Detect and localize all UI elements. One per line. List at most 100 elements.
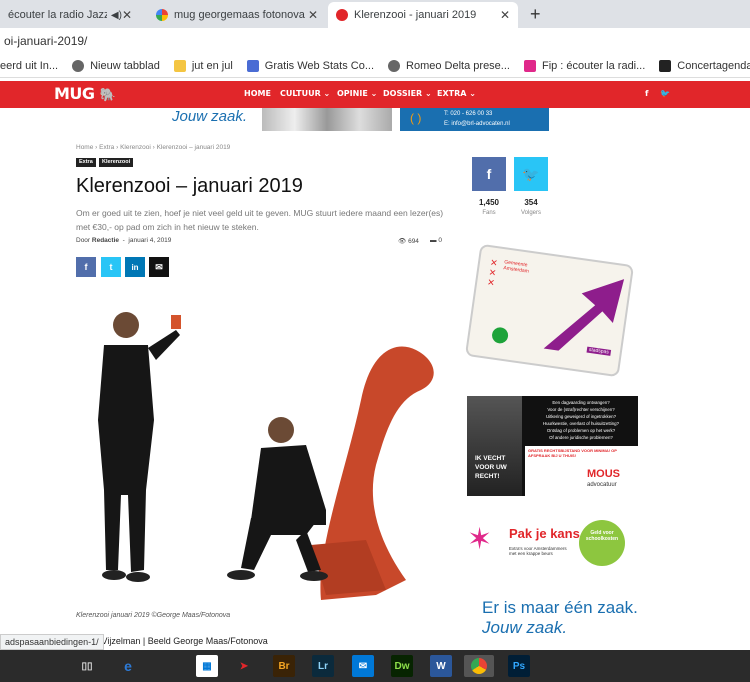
google-icon (156, 9, 168, 21)
edge-icon[interactable]: e (117, 655, 139, 677)
banner-email: E: info@brl-advocaten.nl (444, 121, 510, 127)
bookmark-item[interactable]: Fip : écouter la radi... (523, 59, 645, 72)
banner-phone: T: 020 - 626 00 33 (444, 111, 493, 117)
share-linkedin-button[interactable]: in (125, 257, 145, 277)
photoshop-icon[interactable]: Ps (508, 655, 530, 677)
article-photo (98, 312, 434, 600)
photo-caption: Klerenzooi januari 2019 ©George Maas/Fot… (76, 612, 231, 619)
ad-sub: Extra's voor Amsterdammers met een krapp… (509, 546, 567, 556)
ad-title: Pak je kans (509, 526, 580, 541)
bookmarks-bar: eerd uit In... Nieuw tabblad jut en jul … (0, 54, 750, 78)
pak-je-kans-ad[interactable]: ✶ Pak je kans Extra's voor Amsterdammers… (467, 520, 638, 575)
ad-slogan: IK VECHT VOOR UW RECHT! (475, 455, 507, 480)
taskbar (0, 650, 750, 682)
task-view-icon[interactable]: ▯▯ (76, 655, 98, 677)
twitter-count: 354 (524, 198, 538, 207)
twitter-icon: 🐦 (522, 165, 540, 182)
bookmark-item[interactable]: jut en jul (173, 59, 233, 72)
tab-klerenzooi[interactable]: Klerenzooi - januari 2019 ✕ (328, 2, 518, 28)
ad-brand: MOUS (587, 468, 620, 480)
stats-icon (246, 59, 259, 72)
green-dot (491, 326, 510, 345)
mous-ad[interactable]: IK VECHT VOOR UW RECHT! Een dagvaarding … (467, 396, 638, 496)
mug-favicon-icon (336, 9, 348, 21)
stadspas-ad[interactable]: ✕ ✕ ✕ Gemeente Amsterdam stadspas (464, 243, 635, 378)
breadcrumb: Home › Extra › Klerenzooi › Klerenzooi –… (76, 144, 231, 151)
store-icon[interactable]: ▦ (196, 655, 218, 677)
tab-google[interactable]: mug georgemaas fotonova - Goo ✕ (148, 2, 326, 28)
view-count: 👁 694 (398, 238, 419, 245)
facebook-count: 1,450 (478, 198, 500, 207)
mail-icon[interactable]: ✉ (352, 655, 374, 677)
share-facebook-button[interactable]: f (76, 257, 96, 277)
ad-circle: Geld voor schoolkosten (579, 520, 625, 566)
nav-cultuur[interactable]: CULTUUR ⌄ (280, 89, 330, 98)
dreamweaver-icon[interactable]: Dw (391, 655, 413, 677)
breadcrumb-extra[interactable]: Extra (99, 144, 114, 151)
address-text: oi-januari-2019/ (4, 34, 88, 48)
breadcrumb-klerenzooi[interactable]: Klerenzooi (120, 144, 151, 151)
article-title: Klerenzooi – januari 2019 (76, 175, 303, 197)
eye-icon: 👁 (398, 238, 407, 245)
tab-bar: écouter la radio Jazz, Re ◀) ✕ mug georg… (0, 0, 750, 28)
address-bar[interactable]: oi-januari-2019/ (0, 28, 750, 54)
nav-opinie[interactable]: OPINIE ⌄ (337, 89, 377, 98)
folder-icon (173, 59, 186, 72)
nav-extra[interactable]: EXTRA ⌄ (437, 89, 476, 98)
tag-extra[interactable]: Extra (76, 158, 96, 167)
facebook-follow-button[interactable]: f (472, 157, 506, 191)
bridge-icon[interactable]: Br (273, 655, 295, 677)
facebook-icon[interactable]: f (645, 89, 648, 98)
person-standing (113, 312, 139, 338)
close-icon[interactable]: ✕ (500, 8, 510, 22)
word-icon[interactable]: W (430, 655, 452, 677)
facebook-icon: f (486, 166, 492, 182)
ad-org: Gemeente Amsterdam (503, 259, 530, 275)
nav-dossier[interactable]: DOSSIER ⌄ (383, 89, 432, 98)
nav-home[interactable]: HOME (244, 89, 271, 98)
article-meta: Door Redactie - januari 4, 2019 (76, 237, 172, 244)
share-twitter-button[interactable]: t (101, 257, 121, 277)
ad-photo (467, 396, 522, 496)
facebook-label: Fans (482, 210, 496, 216)
twitter-icon[interactable]: 🐦 (660, 89, 670, 98)
close-icon[interactable]: ✕ (308, 8, 318, 22)
site-navigation: MUG 🐘 HOME CULTUUR ⌄ OPINIE ⌄ DOSSIER ⌄ … (0, 81, 750, 108)
globe-icon (72, 59, 85, 72)
banner-ad[interactable]: Jouw zaak. ( ) T: 020 - 626 00 33 E: inf… (172, 108, 549, 131)
banner-photo (262, 108, 392, 131)
tab-title: Klerenzooi - januari 2019 (354, 9, 477, 21)
bookmark-item[interactable]: Romeo Delta prese... (388, 59, 510, 72)
comment-icon: ▬ (430, 237, 437, 244)
twitter-follow-button[interactable]: 🐦 (514, 157, 548, 191)
bookmark-item[interactable]: eerd uit In... (0, 60, 58, 72)
lightroom-icon[interactable]: Lr (312, 655, 334, 677)
breadcrumb-current: Klerenzooi – januari 2019 (156, 144, 231, 151)
breadcrumb-home[interactable]: Home (76, 144, 93, 151)
bookmark-item[interactable]: Nieuw tabblad (72, 59, 160, 72)
tab-title: mug georgemaas fotonova - Goo (174, 9, 308, 21)
speaker-icon[interactable]: ◀) (111, 10, 122, 21)
ad-note: GRATIS RECHTSBIJSTAND VOOR MINIMA! OP AF… (528, 448, 617, 458)
chrome-icon[interactable] (464, 655, 494, 677)
app-icon[interactable]: ➤ (233, 655, 255, 677)
site-logo[interactable]: MUG 🐘 (54, 84, 116, 103)
zaak-ad-line2[interactable]: Jouw zaak. (482, 618, 567, 638)
author-link[interactable]: Redactie (92, 237, 119, 244)
share-email-button[interactable]: ✉ (149, 257, 169, 277)
zaak-ad-line1[interactable]: Er is maar één zaak. (482, 598, 638, 618)
bookmark-item[interactable]: Gratis Web Stats Co... (246, 59, 374, 72)
tab-radio[interactable]: écouter la radio Jazz, Re ◀) ✕ (0, 2, 140, 28)
comment-count[interactable]: ▬ 0 (430, 237, 442, 244)
fip-icon (523, 59, 536, 72)
article-date: januari 4, 2019 (128, 237, 172, 244)
bookmark-item[interactable]: Concertagenda - co... (659, 59, 750, 72)
concert-icon (659, 59, 672, 72)
ad-brand-sub: advocatuur (587, 482, 617, 488)
new-tab-button[interactable]: + (530, 4, 541, 25)
tag-klerenzooi[interactable]: Klerenzooi (99, 158, 134, 167)
banner-tagline: Jouw zaak. (172, 108, 248, 125)
close-icon[interactable]: ✕ (122, 8, 132, 22)
person-sitting (268, 417, 294, 443)
tab-title: écouter la radio Jazz, Re (8, 9, 107, 21)
